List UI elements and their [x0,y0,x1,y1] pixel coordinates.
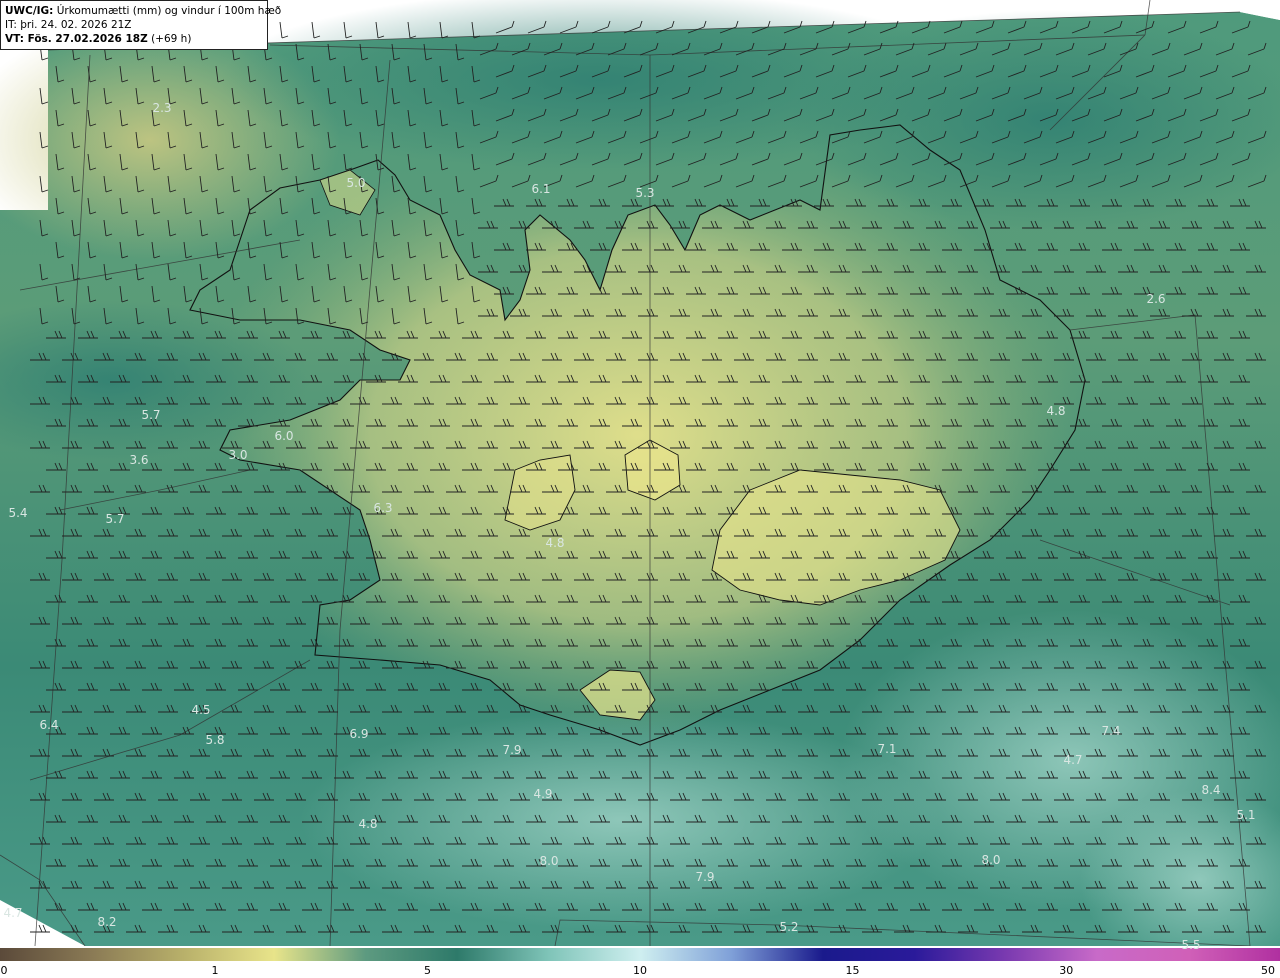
map-title: Úrkomumætti (mm) og vindur í 100m hæð [56,5,282,17]
precip-value-label: 7.9 [502,743,522,757]
precip-value-label: 7.1 [877,742,897,756]
precip-value-label: 2.6 [1146,292,1166,306]
precip-value-label: 8.0 [539,854,559,868]
precip-value-label: 7.9 [695,870,715,884]
precip-value-label: 4.7 [1063,753,1083,767]
precip-value-label: 2.3 [152,101,172,115]
init-time: IT: þri. 24. 02. 2026 21Z [5,19,132,31]
precip-value-label: 6.4 [39,718,59,732]
map-header: UWC/IG: Úrkomumætti (mm) og vindur í 100… [0,0,281,50]
precip-value-label: 6.3 [373,501,393,515]
precip-value-label: 4.8 [358,817,378,831]
precip-value-label: 5.5 [1181,938,1201,952]
colorbar-tick-label: 30 [1059,964,1074,977]
valid-time: VT: Fös. 27.02.2026 18Z [5,33,148,45]
precip-value-label: 5.7 [105,512,125,526]
precip-value-label: 8.4 [1201,783,1221,797]
colorbar-tick-label: 5 [424,964,432,977]
precip-value-label: 5.0 [346,176,366,190]
precip-value-label: 3.6 [129,453,149,467]
precip-value-label: 4.7 [3,906,23,920]
forecast-lead: (+69 h) [151,33,192,45]
precip-value-label: 4.8 [545,536,565,550]
colorbar-tick-label: 1 [211,964,219,977]
model-label: UWC/IG: [5,5,54,17]
precip-value-label: 7.4 [1101,724,1121,738]
precip-value-label: 8.2 [97,915,117,929]
colorbar-tick-label: 50 [1261,964,1275,977]
precipitation-map [0,0,1280,946]
colorbar-strip [0,948,1280,961]
colorbar-tick-label: 0 [0,964,8,977]
precip-value-label: 5.4 [8,506,28,520]
wind-barb [30,924,50,933]
precip-value-label: 4.9 [533,787,553,801]
precip-value-label: 4.8 [1046,404,1066,418]
precip-value-label: 5.8 [205,733,225,747]
precip-value-label: 5.1 [1236,808,1256,822]
precip-value-label: 3.0 [228,448,248,462]
colorbar-tick-label: 15 [845,964,860,977]
precip-value-label: 6.1 [531,182,551,196]
precip-value-label: 5.7 [141,408,161,422]
precip-value-label: 6.0 [274,429,294,443]
precip-value-label: 6.9 [349,727,369,741]
colorbar: 0 1 5 10 15 30 50 [0,946,1280,978]
colorbar-tick-label: 10 [633,964,647,977]
precip-value-label: 5.2 [779,920,799,934]
precip-value-label: 5.3 [635,186,655,200]
precip-value-label: 4.5 [191,703,211,717]
precip-value-label: 8.0 [981,853,1001,867]
